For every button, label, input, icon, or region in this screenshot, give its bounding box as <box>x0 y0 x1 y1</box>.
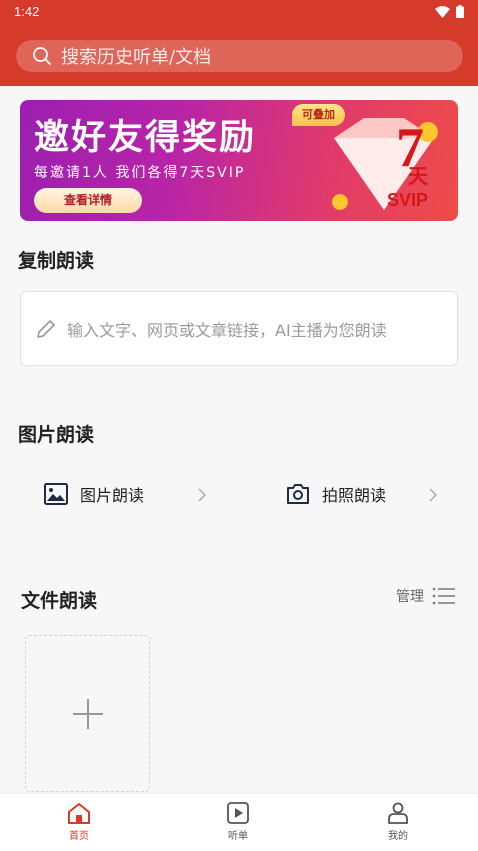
photo-read-option[interactable]: 拍照朗读 <box>286 482 386 506</box>
tab-playlist[interactable]: 听单 <box>198 802 278 842</box>
user-icon <box>388 802 408 824</box>
manage-label: 管理 <box>396 589 424 605</box>
photo-read-label: 拍照朗读 <box>322 486 387 505</box>
camera-icon <box>287 484 309 504</box>
play-icon <box>227 802 249 824</box>
copy-read-title: 复制朗读 <box>18 250 95 272</box>
image-icon <box>44 483 68 505</box>
bottom-nav: 首页 听单 我的 <box>0 793 478 851</box>
tab-profile-label: 我的 <box>388 831 408 842</box>
view-details-button[interactable]: 查看详情 <box>34 188 142 213</box>
home-icon <box>68 803 90 824</box>
tab-profile[interactable]: 我的 <box>358 802 438 842</box>
list-icon <box>432 587 455 605</box>
text-input-field[interactable]: 输入文字、网页或文章链接，AI主播为您朗读 <box>20 291 458 366</box>
status-icons <box>435 5 464 18</box>
status-bar: 1:42 <box>0 0 478 26</box>
image-read-title: 图片朗读 <box>18 424 95 446</box>
image-read-label: 图片朗读 <box>80 486 145 505</box>
text-input-placeholder: 输入文字、网页或文章链接，AI主播为您朗读 <box>67 320 387 340</box>
badge-svip: SVIP <box>386 190 428 210</box>
image-read-option[interactable]: 图片朗读 <box>44 482 144 506</box>
wifi-icon <box>435 5 450 18</box>
manage-button[interactable]: 管理 <box>396 586 456 606</box>
chevron-right-icon <box>429 488 437 502</box>
search-icon <box>33 47 51 65</box>
add-file-button[interactable] <box>25 635 150 792</box>
header-bar: 1:42 搜索历史听单/文档 <box>0 0 478 86</box>
file-read-title: 文件朗读 <box>21 590 98 612</box>
search-input[interactable]: 搜索历史听单/文档 <box>16 40 463 72</box>
banner-title: 邀好友得奖励 <box>34 118 257 157</box>
tab-home-label: 首页 <box>69 831 89 842</box>
search-placeholder: 搜索历史听单/文档 <box>61 47 212 68</box>
battery-icon <box>456 5 464 18</box>
banner-subtitle: 每邀请1人 我们各得7天SVIP <box>34 165 246 181</box>
tab-playlist-label: 听单 <box>228 831 248 842</box>
invite-banner[interactable]: 邀好友得奖励 每邀请1人 我们各得7天SVIP 查看详情 可叠加 7 天 SVI… <box>20 100 458 221</box>
pencil-icon <box>37 319 55 338</box>
chevron-right-icon <box>198 488 206 502</box>
tab-home[interactable]: 首页 <box>39 802 119 842</box>
badge-unit: 天 <box>408 164 428 188</box>
status-time: 1:42 <box>14 4 40 19</box>
plus-icon <box>72 698 103 729</box>
